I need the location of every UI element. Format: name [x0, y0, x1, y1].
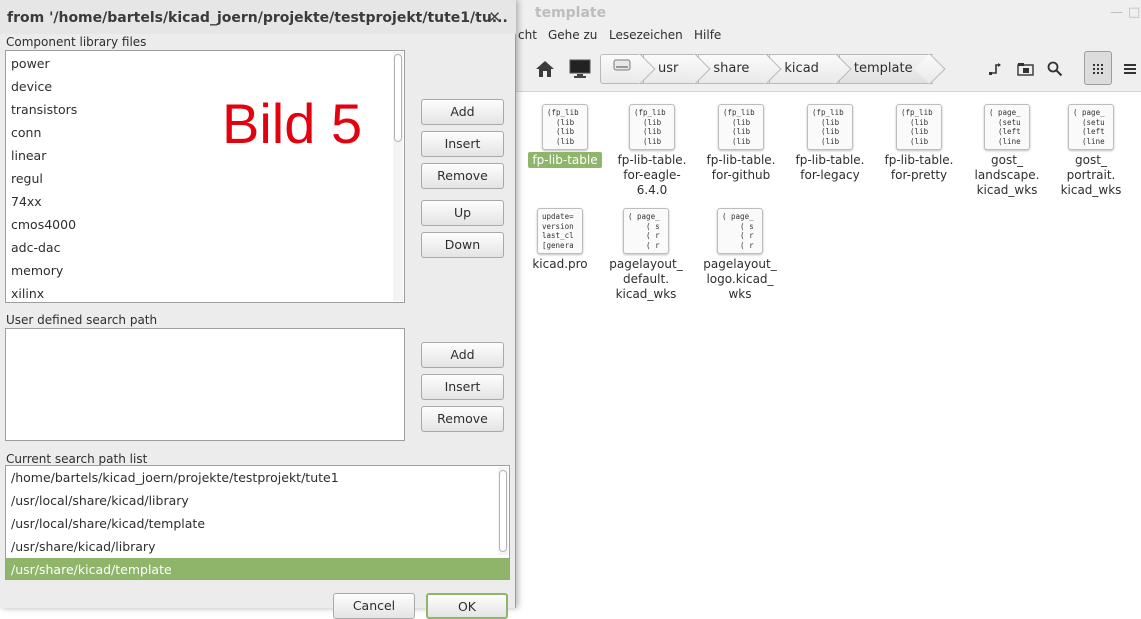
breadcrumb: usr share kicad template — [600, 54, 933, 84]
breadcrumb-template[interactable]: template — [838, 54, 933, 84]
home-icon[interactable] — [531, 55, 559, 83]
remove-path-button[interactable]: Remove — [421, 406, 504, 432]
text-file-icon: (fp_lib (lib (lib (lib — [718, 104, 764, 150]
library-dialog: from '/home/bartels/kicad_joern/projekte… — [0, 0, 516, 619]
list-item[interactable]: regul — [6, 167, 404, 190]
file-item[interactable]: update= version last_cl [genera kicad.pr… — [517, 208, 603, 272]
icon-view-toggle[interactable] — [1084, 51, 1112, 85]
breadcrumb-root[interactable] — [600, 54, 643, 84]
component-library-label: Component library files — [6, 35, 147, 49]
add-library-button[interactable]: Add — [421, 99, 504, 125]
list-item[interactable]: cmos4000 — [6, 213, 404, 236]
text-file-icon: ( page_ ( s ( r ( r — [623, 208, 669, 254]
file-grid: (fp_lib (lib (lib (lib fp-lib-table (fp_… — [520, 92, 1141, 608]
file-name: fp-lib-table — [522, 152, 608, 168]
list-item[interactable]: /usr/share/kicad/library — [6, 535, 509, 558]
file-name: pagelayout_ default. kicad_wks — [609, 257, 683, 301]
current-search-path-label: Current search path list — [6, 452, 148, 466]
menu-item-gehe-zu[interactable]: Gehe zu — [548, 28, 597, 42]
text-file-icon: ( page_ (setu (left (line — [1068, 104, 1114, 150]
new-folder-icon[interactable] — [1012, 55, 1040, 83]
text-file-icon: (fp_lib (lib (lib (lib — [629, 104, 675, 150]
ok-button[interactable]: OK — [426, 593, 508, 619]
file-item[interactable]: ( page_ (setu (left (line gost_ landscap… — [964, 104, 1050, 198]
file-name: gost_ landscape. kicad_wks — [974, 153, 1040, 197]
current-search-path-list[interactable]: /home/bartels/kicad_joern/projekte/testp… — [5, 465, 510, 580]
list-item[interactable]: power — [6, 52, 404, 75]
move-up-button[interactable]: Up — [421, 200, 504, 226]
list-item[interactable]: memory — [6, 259, 404, 282]
computer-icon[interactable] — [566, 55, 594, 83]
file-item[interactable]: ( page_ ( s ( r ( r pagelayout_ logo.kic… — [697, 208, 783, 302]
text-file-icon: (fp_lib (lib (lib (lib — [542, 104, 588, 150]
file-name: gost_ portrait. kicad_wks — [1060, 153, 1122, 197]
move-down-button[interactable]: Down — [421, 232, 504, 258]
list-item[interactable]: xilinx — [6, 282, 404, 302]
user-search-path-list[interactable] — [5, 328, 405, 441]
text-file-icon: (fp_lib (lib (lib (lib — [896, 104, 942, 150]
list-item[interactable]: adc-dac — [6, 236, 404, 259]
file-name: fp-lib-table. for-eagle- 6.4.0 — [617, 153, 687, 197]
list-item[interactable]: /usr/local/share/kicad/library — [6, 489, 509, 512]
file-item[interactable]: ( page_ ( s ( r ( r pagelayout_ default.… — [603, 208, 689, 302]
file-name: pagelayout_ logo.kicad_ wks — [703, 257, 777, 301]
scrollbar[interactable] — [498, 467, 508, 555]
remove-library-button[interactable]: Remove — [421, 163, 504, 189]
drive-icon — [613, 59, 631, 76]
list-item-selected[interactable]: /usr/share/kicad/template — [6, 558, 509, 579]
component-library-list[interactable]: power device transistors conn linear reg… — [5, 50, 405, 303]
text-file-icon: ( page_ ( s ( r ( r — [717, 208, 763, 254]
user-search-path-label: User defined search path — [6, 313, 158, 327]
open-terminal-icon[interactable] — [982, 55, 1010, 83]
cancel-button[interactable]: Cancel — [333, 593, 415, 619]
text-file-icon: ( page_ (setu (left (line — [984, 104, 1030, 150]
file-name: fp-lib-table. for-github — [706, 153, 776, 182]
file-item[interactable]: (fp_lib (lib (lib (lib fp-lib-table. for… — [787, 104, 873, 183]
scrollbar[interactable] — [393, 52, 403, 301]
list-item[interactable]: /home/bartels/kicad_joern/projekte/testp… — [6, 466, 509, 489]
menu-item-lesezeichen[interactable]: Lesezeichen — [609, 28, 683, 42]
file-item[interactable]: (fp_lib (lib (lib (lib fp-lib-table. for… — [876, 104, 962, 183]
list-item[interactable]: 74xx — [6, 190, 404, 213]
insert-path-button[interactable]: Insert — [421, 374, 504, 400]
file-name: fp-lib-table. for-legacy — [795, 153, 865, 182]
dialog-title: from '/home/bartels/kicad_joern/projekte… — [0, 0, 516, 34]
file-name: fp-lib-table. for-pretty — [884, 153, 954, 182]
scrollbar-thumb[interactable] — [394, 54, 402, 142]
file-name: kicad.pro — [532, 257, 588, 271]
file-item[interactable]: ( page_ (setu (left (line gost_ portrait… — [1048, 104, 1134, 198]
file-item[interactable]: (fp_lib (lib (lib (lib fp-lib-table — [522, 104, 608, 168]
menu-item-hilfe[interactable]: Hilfe — [694, 28, 721, 42]
text-file-icon: update= version last_cl [genera — [537, 208, 583, 254]
grid-icon — [1093, 64, 1103, 74]
list-item[interactable]: /usr/local/share/kicad/template — [6, 512, 509, 535]
text-file-icon: (fp_lib (lib (lib (lib — [807, 104, 853, 150]
file-item[interactable]: (fp_lib (lib (lib (lib fp-lib-table. for… — [609, 104, 695, 198]
scrollbar-thumb[interactable] — [499, 470, 507, 552]
maximize-icon[interactable]: □ — [1128, 4, 1140, 22]
minimize-icon[interactable]: — — [1110, 4, 1123, 22]
menu-item-ansicht[interactable]: cht — [518, 28, 537, 42]
add-path-button[interactable]: Add — [421, 342, 504, 368]
list-view-icon[interactable] — [1116, 55, 1141, 83]
file-item[interactable]: (fp_lib (lib (lib (lib fp-lib-table. for… — [698, 104, 784, 183]
search-icon[interactable] — [1041, 55, 1069, 83]
insert-library-button[interactable]: Insert — [421, 131, 504, 157]
overlay-caption: Bild 5 — [222, 92, 363, 155]
file-manager-title: template — [534, 5, 607, 21]
close-icon[interactable]: ✕ — [488, 8, 501, 26]
